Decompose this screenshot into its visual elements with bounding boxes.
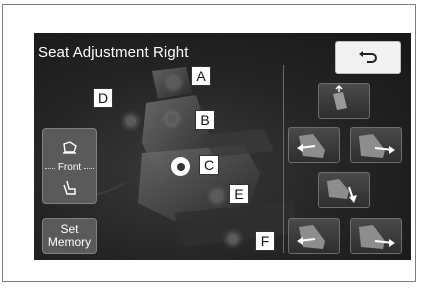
panel-divider bbox=[283, 65, 284, 253]
seat-headrest-up-icon bbox=[333, 84, 347, 110]
back-button[interactable] bbox=[335, 41, 401, 74]
seat-lumbar-forward-icon bbox=[297, 225, 325, 249]
slide-back-button[interactable] bbox=[350, 127, 402, 163]
slide-forward-button[interactable] bbox=[288, 127, 340, 163]
lumbar-adjust-point[interactable] bbox=[126, 116, 136, 126]
label-tag-f: F bbox=[255, 231, 275, 251]
cushion-tilt-button[interactable] bbox=[318, 172, 370, 208]
label-tag-c: C bbox=[199, 155, 219, 175]
lumbar-forward-button[interactable] bbox=[288, 218, 340, 254]
label-tag-e: E bbox=[229, 184, 249, 204]
headrest-adjust-point[interactable] bbox=[169, 78, 179, 88]
front-dash-right bbox=[84, 168, 94, 170]
seat-cushion-tilt-icon bbox=[327, 179, 357, 203]
label-tag-b: B bbox=[195, 110, 215, 130]
set-memory-button[interactable]: Set Memory bbox=[42, 218, 97, 254]
seat-recline-icon bbox=[63, 180, 76, 195]
seat-slide-back-icon bbox=[359, 134, 395, 158]
front-seat-button[interactable]: Front bbox=[42, 128, 97, 204]
set-memory-label: Set Memory bbox=[48, 223, 91, 249]
label-tag-d: D bbox=[93, 88, 113, 108]
lumbar-back-button[interactable] bbox=[350, 218, 402, 254]
backrest-adjust-point[interactable] bbox=[167, 114, 177, 124]
cushion-front-adjust-point[interactable] bbox=[212, 191, 222, 201]
set-memory-line2: Memory bbox=[47, 235, 92, 249]
headrest-up-button[interactable] bbox=[318, 83, 370, 119]
back-arrow-icon bbox=[359, 50, 377, 63]
screen-title: Seat Adjustment Right bbox=[38, 44, 189, 61]
seat-lumbar-back-icon bbox=[359, 225, 395, 249]
seat-slide-forward-icon bbox=[297, 134, 325, 158]
cushion-adjust-point-selected[interactable] bbox=[171, 157, 190, 176]
seat-cushion-icon bbox=[63, 141, 77, 154]
label-tag-a: A bbox=[191, 66, 211, 86]
seat-slide-adjust-point[interactable] bbox=[228, 234, 238, 244]
